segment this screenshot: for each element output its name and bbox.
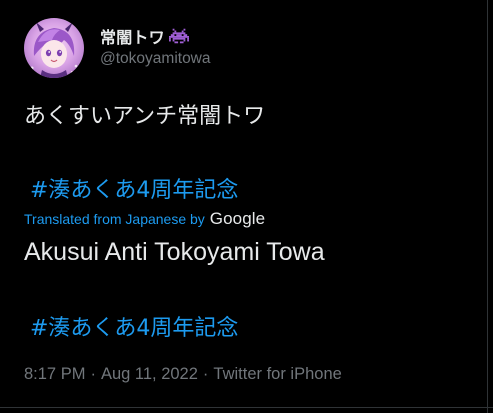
tweet-time[interactable]: 8:17 PM — [24, 365, 85, 383]
translated-from-label: Translated from Japanese by — [24, 211, 205, 227]
hashtag-link-translated[interactable]: #湊あくあ4周年記念 — [30, 310, 238, 342]
tweet-source[interactable]: Twitter for iPhone — [213, 365, 341, 383]
meta-separator: · — [202, 365, 209, 383]
space-invader-icon — [168, 28, 189, 44]
tweet-translation: Akusui Anti Tokoyami Towa — [24, 238, 325, 266]
meta-separator: · — [90, 365, 96, 383]
author-name-row: 常闇トワ — [100, 24, 189, 48]
hashtag-link-original[interactable]: #湊あくあ4周年記念 — [30, 172, 238, 204]
right-divider — [487, 0, 488, 413]
display-name[interactable]: 常闇トワ — [100, 24, 165, 48]
tweet-date[interactable]: Aug 11, 2022 — [101, 365, 198, 383]
author-handle[interactable]: @tokoyamitowa — [100, 50, 211, 68]
tweet-card: 常闇トワ @tokoyamitowa あくすいアンチ常闇トワ #湊あくあ4周年記… — [0, 0, 493, 413]
avatar[interactable] — [24, 18, 84, 78]
tweet-text: あくすいアンチ常闇トワ — [24, 104, 266, 129]
translated-from-label-row[interactable]: Translated from Japanese by Google — [24, 208, 265, 230]
avatar-icon — [24, 18, 84, 78]
tweet-meta: 8:17 PM · Aug 11, 2022 · Twitter for iPhone — [24, 365, 342, 384]
google-logo: Google — [209, 209, 266, 228]
bottom-divider — [0, 407, 493, 408]
